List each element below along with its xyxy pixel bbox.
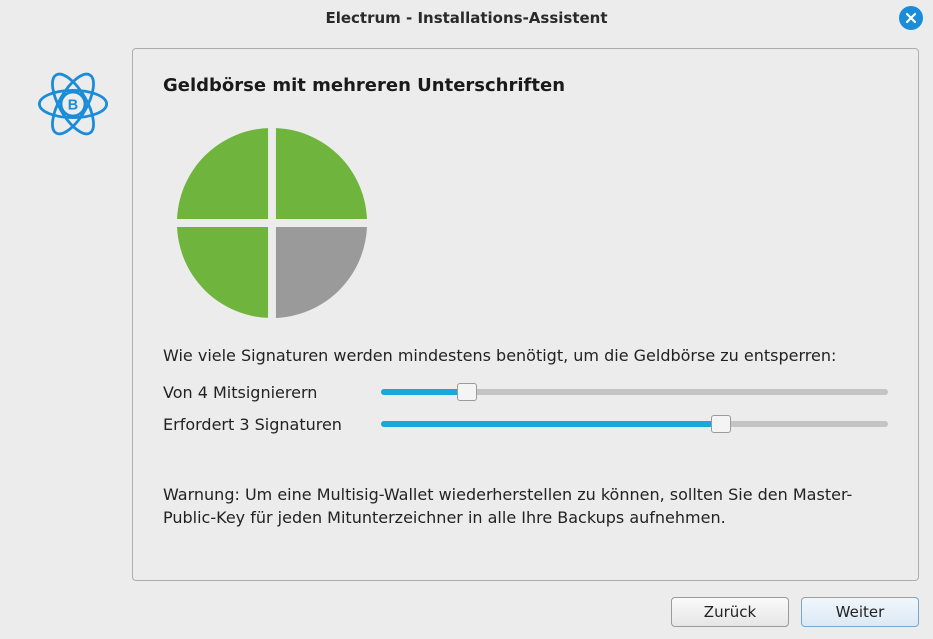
warning-text: Warnung: Um eine Multisig-Wallet wiederh…: [163, 483, 888, 529]
content-area: B Geldbörse mit mehreren Unterschriften …: [14, 48, 919, 581]
pie-chart-icon: [173, 124, 371, 322]
signatures-slider[interactable]: [381, 413, 888, 435]
cosigners-label: Von 4 Mitsignierern: [163, 383, 381, 402]
slider-thumb[interactable]: [457, 383, 477, 401]
prompt-text: Wie viele Signaturen werden mindestens b…: [163, 344, 888, 367]
logo-column: B: [14, 48, 132, 581]
close-icon: [905, 12, 917, 24]
close-button[interactable]: [899, 6, 923, 30]
next-button[interactable]: Weiter: [801, 597, 919, 627]
titlebar: Electrum - Installations-Assistent: [0, 0, 933, 36]
back-button[interactable]: Zurück: [671, 597, 789, 627]
signatures-label: Erfordert 3 Signaturen: [163, 415, 381, 434]
multisig-pie-chart: [173, 124, 888, 326]
electrum-logo-icon: B: [33, 64, 113, 144]
main-panel: Geldbörse mit mehreren Unterschriften Wi…: [132, 48, 919, 581]
signatures-slider-row: Erfordert 3 Signaturen: [163, 413, 888, 435]
slider-fill: [381, 421, 721, 427]
button-bar: Zurück Weiter: [671, 597, 919, 627]
slider-fill: [381, 389, 467, 395]
cosigners-slider[interactable]: [381, 381, 888, 403]
panel-heading: Geldbörse mit mehreren Unterschriften: [163, 75, 888, 96]
svg-text:B: B: [68, 98, 78, 114]
slider-thumb[interactable]: [711, 415, 731, 433]
cosigners-slider-row: Von 4 Mitsignierern: [163, 381, 888, 403]
window-title: Electrum - Installations-Assistent: [325, 9, 607, 27]
